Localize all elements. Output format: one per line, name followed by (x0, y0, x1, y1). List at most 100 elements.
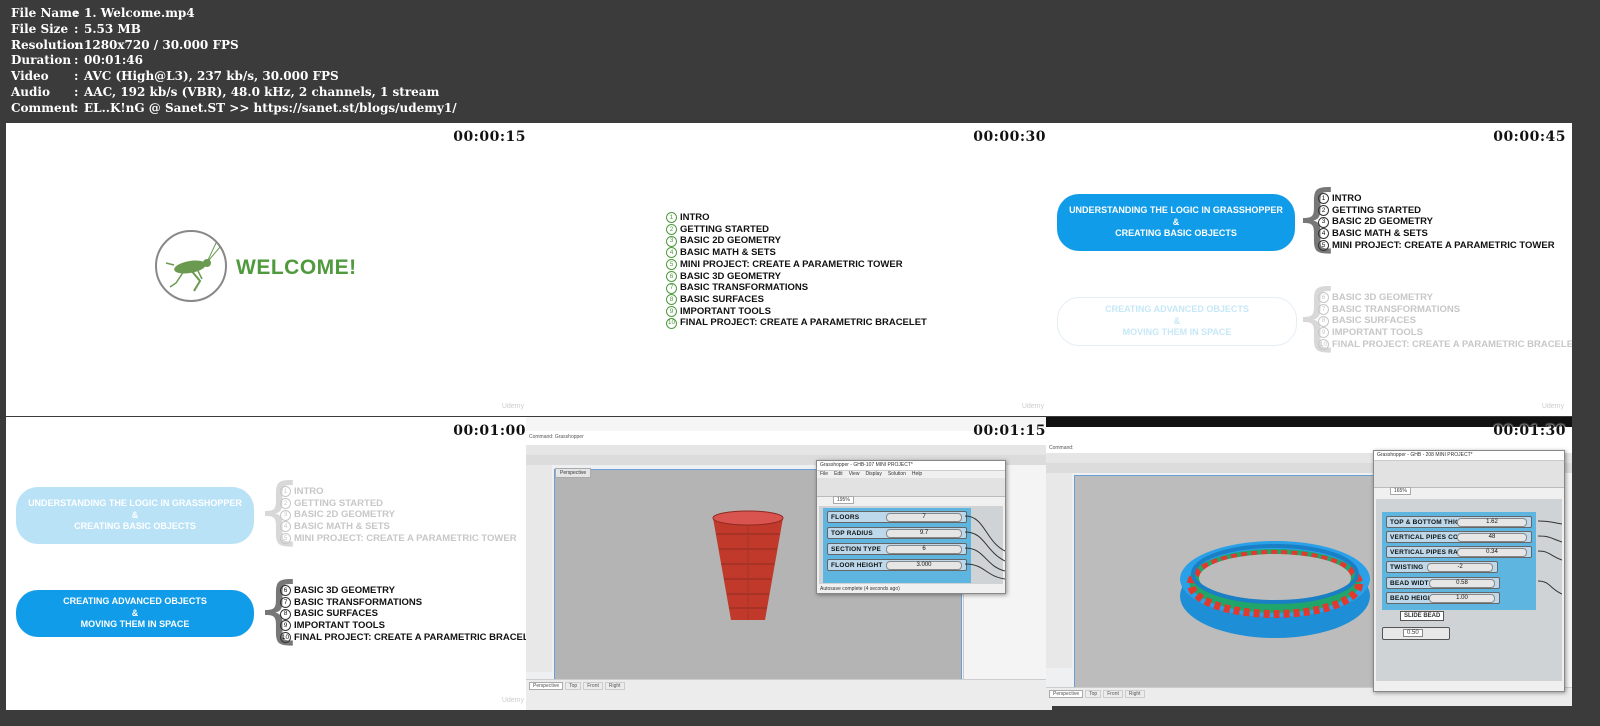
section-pill-logic: UNDERSTANDING THE LOGIC IN GRASSHOPPER & C… (16, 487, 254, 544)
toc-group-1: 1 INTRO 2 GETTING STARTED 3 BASIC 2D GEOMET… (280, 486, 517, 545)
slider-pipes-radius[interactable]: VERTICAL PIPES RADIUS0.34 (1386, 546, 1532, 558)
thumbnail-welcome[interactable]: 00:00:15 WELCOME! Udemy (6, 123, 532, 416)
zoom-field[interactable]: 165% (1390, 487, 1411, 495)
wires (965, 515, 1005, 580)
toc-item: 1 INTRO (280, 486, 517, 498)
slider-twisting[interactable]: TWISTING -2 (1386, 561, 1498, 573)
slider-pipes-count[interactable]: VERTICAL PIPES COUNT48 (1386, 531, 1532, 543)
wires (1538, 520, 1562, 595)
toc-group-1: 1 INTRO 2 GETTING STARTED 3 BASIC 2D GEOMET… (1318, 193, 1555, 252)
toc-list: 1 INTRO 2 GETTING STARTED 3 BASIC 2D GEOMET… (666, 212, 927, 329)
toc-item: 9 IMPORTANT TOOLS (666, 306, 927, 318)
toc-item: 4 BASIC MATH & SETS (666, 247, 927, 259)
tab-perspective[interactable]: Perspective (529, 682, 564, 690)
tab-front[interactable]: Front (1103, 690, 1123, 698)
toc-item: 6 BASIC 3D GEOMETRY (666, 271, 927, 283)
gh-title: Grasshopper - GHB - 208 MINI PROJECT* (1374, 451, 1564, 461)
toc-item: 8 BASIC SURFACES (1318, 315, 1572, 327)
slider-top-radius[interactable]: TOP RADIUS 9.7 (827, 527, 967, 539)
toc-item: 6 BASIC 3D GEOMETRY (280, 585, 532, 597)
menu-display[interactable]: Display (865, 471, 881, 478)
timestamp: 00:00:15 (453, 129, 526, 145)
meta-row: Video: AVC (High@L3), 237 kb/s, 30.000 FP… (11, 69, 339, 84)
gh-canvas[interactable]: FLOORS 7 TOP RADIUS 9.7 SECTION TYPE 6 FLOO… (819, 506, 1005, 584)
grasshopper-window[interactable]: Grasshopper - GHB-107 MINI PROJECT* File… (816, 460, 1006, 594)
tab-top[interactable]: Top (565, 682, 582, 690)
toc-item: 8 BASIC SURFACES (280, 608, 532, 620)
toc-group-2: 6 BASIC 3D GEOMETRY 7 BASIC TRANSFORMATION… (1318, 292, 1572, 351)
thumbnail-tower[interactable]: Command: Grasshopper Perspective Perspec… (526, 417, 1052, 710)
toc-group-2: 6 BASIC 3D GEOMETRY 7 BASIC TRANSFORMATION… (280, 585, 532, 644)
thumbnail-sections-2[interactable]: 00:01:00 UNDERSTANDING THE LOGIC IN GRAS… (6, 417, 532, 710)
toc-item: 5 MINI PROJECT: CREATE A PARAMETRIC TOWER (280, 533, 517, 545)
toc-item: 3 BASIC 2D GEOMETRY (666, 235, 927, 247)
tab-right[interactable]: Right (1124, 690, 1145, 698)
slider-floor-height[interactable]: FLOOR HEIGHT 3.000 (827, 559, 967, 571)
toc-item: 8 BASIC SURFACES (666, 294, 927, 306)
thumbnail-bracelet[interactable]: Command: Perspective Top Front Right Gra… (1046, 417, 1572, 706)
meta-row: Resolution:1280x720 / 30.000 FPS (11, 37, 239, 52)
toc-item: 7 BASIC TRANSFORMATIONS (666, 282, 927, 294)
meta-row: Audio: AAC, 192 kb/s (VBR), 48.0 kHz, 2 c… (11, 84, 440, 99)
gh-canvas[interactable]: TOP & BOTTOM THICKNESS1.62 VERTICAL PIPE… (1376, 499, 1562, 681)
tab-right[interactable]: Right (604, 682, 625, 690)
viewport-label: Perspective (555, 468, 592, 478)
meta-row: File Name:1. Welcome.mp4 (11, 6, 195, 20)
toc-item: 3 BASIC 2D GEOMETRY (280, 509, 517, 521)
menu-edit[interactable]: Edit (834, 471, 843, 478)
section-pill-advanced: CREATING ADVANCED OBJECTS & MOVING THEM IN… (1057, 297, 1297, 346)
toc-item: 9 IMPORTANT TOOLS (280, 620, 532, 632)
thumbnail-sections-1[interactable]: 00:00:45 UNDERSTANDING THE LOGIC IN GRAS… (1046, 123, 1572, 416)
timestamp: 00:00:30 (973, 129, 1046, 145)
slider-bead-height[interactable]: BEAD HEIGHT1.00 (1386, 592, 1500, 604)
bracelet-model (1180, 541, 1370, 638)
toc-item: 2 GETTING STARTED (280, 498, 517, 510)
toc-item: 6 BASIC 3D GEOMETRY (1318, 292, 1572, 304)
tab-top[interactable]: Top (1085, 690, 1102, 698)
timestamp: 00:00:45 (1493, 129, 1566, 145)
toc-item: 7 BASIC TRANSFORMATIONS (280, 597, 532, 609)
section-pill-advanced: CREATING ADVANCED OBJECTS & MOVING THEM IN… (16, 590, 254, 637)
section-pill-logic: UNDERSTANDING THE LOGIC IN GRASSHOPPER & C… (1057, 194, 1295, 251)
toc-item: 4 BASIC MATH & SETS (280, 521, 517, 533)
grasshopper-logo-icon (154, 229, 228, 303)
tab-perspective[interactable]: Perspective (1049, 690, 1084, 698)
gh-toolbar (817, 478, 1005, 497)
toc-item: 10 FINAL PROJECT: CREATE A PARAMETRIC BRA… (280, 631, 532, 644)
slide-bead-slider[interactable]: 0.50 (1382, 627, 1450, 640)
slide-bead-button[interactable]: SLIDE BEAD (1400, 611, 1445, 621)
left-toolbar (1046, 473, 1072, 668)
toc-item: 1 INTRO (666, 212, 927, 224)
timestamp: 00:01:15 (973, 423, 1046, 439)
slider-floors[interactable]: FLOORS 7 (827, 511, 967, 523)
gh-menubar: File Edit View Display Solution Help (817, 471, 1005, 478)
slider-thickness[interactable]: TOP & BOTTOM THICKNESS1.62 (1386, 516, 1532, 528)
tower-model (712, 510, 784, 620)
status-bar: Perspective Top Front Right (526, 679, 1052, 710)
timestamp: 00:01:30 (1493, 423, 1566, 439)
toc-item: 5 MINI PROJECT: CREATE A PARAMETRIC TOWER (666, 259, 927, 271)
menu-view[interactable]: View (849, 471, 860, 478)
slider-section-type[interactable]: SECTION TYPE 6 (827, 543, 967, 555)
gh-title: Grasshopper - GHB-107 MINI PROJECT* (817, 461, 1005, 471)
meta-row: Comment: EL..K!nG @ Sanet.ST >> https://s… (11, 100, 457, 115)
tab-front[interactable]: Front (583, 682, 603, 690)
meta-row: Duration:00:01:46 (11, 53, 143, 68)
menu-help[interactable]: Help (912, 471, 922, 478)
slider-bead-width[interactable]: BEAD WIDTH0.58 (1386, 577, 1500, 589)
menu-file[interactable]: File (820, 471, 828, 478)
toc-item: 9 IMPORTANT TOOLS (1318, 327, 1572, 339)
toc-item: 5 MINI PROJECT: CREATE A PARAMETRIC TOWER (1318, 240, 1555, 252)
grasshopper-window[interactable]: Grasshopper - GHB - 208 MINI PROJECT* 16… (1373, 450, 1565, 692)
toc-item: 2 GETTING STARTED (1318, 205, 1555, 217)
toc-item: 2 GETTING STARTED (666, 224, 927, 236)
toc-item: 10 FINAL PROJECT: CREATE A PARAMETRIC BRA… (666, 317, 927, 329)
toc-item: 3 BASIC 2D GEOMETRY (1318, 216, 1555, 228)
menu-solution[interactable]: Solution (888, 471, 906, 478)
gh-toolbar (1374, 461, 1564, 488)
toc-item: 4 BASIC MATH & SETS (1318, 228, 1555, 240)
meta-row: File Size:5.53 MB (11, 21, 141, 36)
file-info: File Name:1. Welcome.mp4 File Size:5.53 … (11, 6, 457, 117)
thumbnail-toc[interactable]: 00:00:30 1 INTRO 2 GETTING STARTED 3 BASIC … (526, 123, 1052, 416)
zoom-field[interactable]: 195% (833, 496, 854, 504)
